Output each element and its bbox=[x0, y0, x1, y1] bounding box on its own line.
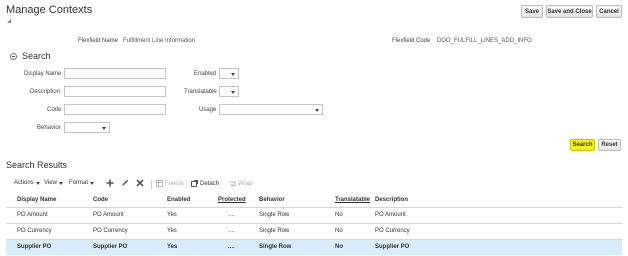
chevron-down-icon bbox=[35, 181, 40, 185]
table-row[interactable]: PO Currency PO Currency Yes .... Single … bbox=[6, 224, 622, 239]
cell-protected: .... bbox=[228, 228, 235, 234]
view-menu-label: View bbox=[44, 180, 57, 186]
chevron-down-icon bbox=[231, 91, 235, 94]
column-header-behavior[interactable]: Behavior bbox=[259, 197, 285, 203]
cell-behavior: Single Row bbox=[259, 244, 292, 250]
cell-code: PO Amount bbox=[93, 212, 124, 218]
format-menu[interactable]: Format bbox=[69, 180, 95, 186]
code-label: Code bbox=[47, 107, 62, 113]
table-row[interactable]: PO Amount PO Amount Yes .... Single Row … bbox=[6, 208, 622, 223]
cell-translatable: No bbox=[335, 244, 343, 250]
freeze-button[interactable]: Freeze bbox=[156, 180, 184, 187]
edit-pencil-icon[interactable] bbox=[121, 179, 129, 187]
cell-enabled: Yes bbox=[167, 212, 177, 218]
display-name-label: Display Name bbox=[24, 71, 62, 77]
cell-code: Supplier PO bbox=[93, 244, 128, 250]
chevron-down-icon bbox=[58, 181, 63, 185]
cell-translatable: No bbox=[335, 228, 343, 234]
cell-description: PO Amount bbox=[375, 212, 406, 218]
display-name-input[interactable] bbox=[64, 68, 166, 79]
cell-display-name: PO Currency bbox=[17, 228, 52, 234]
cell-enabled: Yes bbox=[167, 244, 178, 250]
cell-code: PO Currency bbox=[93, 228, 128, 234]
freeze-icon bbox=[156, 180, 163, 187]
column-header-display-name[interactable]: Display Name bbox=[17, 197, 56, 203]
cell-behavior: Single Row bbox=[259, 212, 290, 218]
toolbar-divider bbox=[151, 180, 152, 189]
view-menu[interactable]: View bbox=[44, 180, 63, 186]
delete-x-icon[interactable] bbox=[136, 179, 144, 187]
collapse-circle-icon[interactable] bbox=[10, 52, 17, 60]
detach-label: Detach bbox=[200, 180, 220, 187]
cell-description: PO Currency bbox=[375, 228, 410, 234]
detach-icon bbox=[191, 180, 198, 187]
wrap-label: Wrap bbox=[238, 180, 253, 187]
column-header-protected[interactable]: Protected bbox=[218, 197, 246, 203]
search-section-header[interactable]: Search bbox=[10, 51, 51, 61]
actions-menu[interactable]: Actions bbox=[14, 180, 40, 186]
flexfield-code-label: Flexfield Code bbox=[392, 38, 431, 44]
cell-protected: .... bbox=[228, 212, 235, 218]
wrap-button[interactable]: Wrap bbox=[229, 180, 252, 187]
usage-select[interactable] bbox=[219, 104, 323, 115]
actions-menu-label: Actions bbox=[14, 180, 34, 186]
reset-button[interactable]: Reset bbox=[598, 139, 621, 151]
behavior-select[interactable] bbox=[64, 122, 110, 133]
flexfield-name-label: Flexfield Name bbox=[78, 38, 119, 44]
search-results-title: Search Results bbox=[6, 160, 68, 170]
cell-display-name: Supplier PO bbox=[17, 244, 52, 250]
detach-button[interactable]: Detach bbox=[191, 180, 219, 187]
column-header-enabled[interactable]: Enabled bbox=[167, 197, 190, 203]
cell-protected: .... bbox=[228, 244, 235, 250]
translatable-select[interactable] bbox=[219, 86, 239, 97]
search-button[interactable]: Search bbox=[570, 139, 595, 151]
save-button[interactable]: Save bbox=[521, 5, 543, 18]
cell-description: Supplier PO bbox=[375, 244, 410, 250]
column-header-description[interactable]: Description bbox=[375, 197, 408, 203]
chevron-down-icon bbox=[315, 109, 319, 112]
table-row-selected[interactable]: Supplier PO Supplier PO Yes .... Single … bbox=[6, 240, 622, 255]
cell-behavior: Single Row bbox=[259, 228, 290, 234]
description-label: Description bbox=[30, 89, 61, 95]
column-header-translatable[interactable]: Translatable bbox=[335, 197, 370, 203]
chevron-down-icon bbox=[90, 181, 95, 185]
cell-translatable: No bbox=[335, 212, 343, 218]
flexfield-code-value: DOO_FULFILL_LINES_ADD_INFO bbox=[437, 38, 532, 44]
format-menu-label: Format bbox=[69, 180, 89, 186]
translatable-label: Translatable bbox=[184, 89, 217, 95]
chevron-down-icon bbox=[102, 127, 106, 130]
cell-enabled: Yes bbox=[167, 228, 177, 234]
freeze-label: Freeze bbox=[165, 180, 184, 187]
chevron-down-icon bbox=[231, 73, 235, 76]
save-and-close-button[interactable]: Save and Close bbox=[546, 5, 593, 18]
cell-display-name: PO Amount bbox=[17, 212, 48, 218]
enabled-label: Enabled bbox=[194, 71, 217, 77]
collapse-icon[interactable] bbox=[7, 19, 11, 23]
behavior-label: Behavior bbox=[37, 125, 61, 131]
code-input[interactable] bbox=[64, 104, 166, 115]
page-title: Manage Contexts bbox=[6, 4, 93, 16]
search-section-title: Search bbox=[22, 51, 51, 61]
flexfield-name-value: Fulfillment Line Information bbox=[123, 38, 196, 44]
add-row-icon[interactable] bbox=[106, 179, 114, 187]
cancel-button[interactable]: Cancel bbox=[596, 5, 622, 18]
column-header-code[interactable]: Code bbox=[93, 197, 108, 203]
description-input[interactable] bbox=[64, 86, 166, 97]
wrap-icon bbox=[229, 181, 236, 187]
enabled-select[interactable] bbox=[219, 68, 239, 79]
usage-label: Usage bbox=[199, 107, 217, 113]
